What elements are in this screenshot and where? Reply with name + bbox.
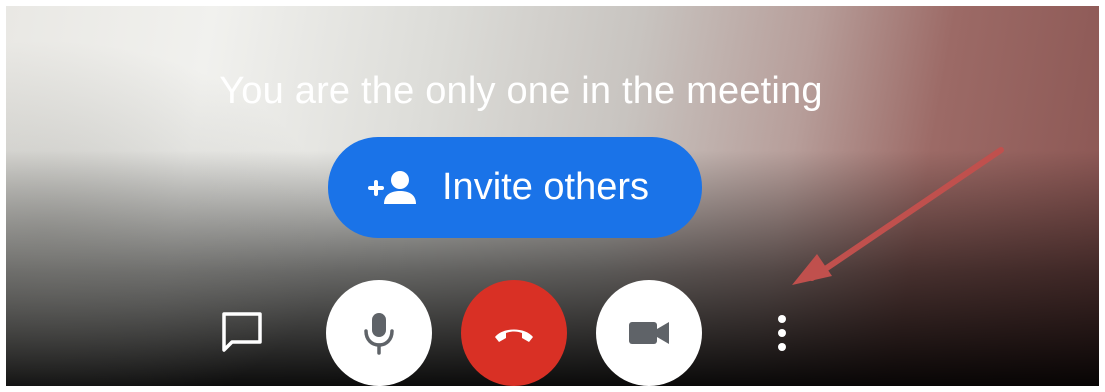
microphone-icon bbox=[364, 313, 394, 355]
more-vertical-icon[interactable] bbox=[772, 313, 792, 353]
phone-hangup-icon bbox=[495, 329, 533, 342]
invite-others-label: Invite others bbox=[442, 166, 649, 208]
meeting-status-message: You are the only one in the meeting bbox=[219, 70, 823, 112]
chat-bubble-icon[interactable] bbox=[220, 310, 264, 354]
microphone-button[interactable] bbox=[326, 280, 432, 386]
video-camera-icon bbox=[629, 322, 669, 344]
invite-others-button[interactable]: Invite others bbox=[328, 137, 702, 238]
camera-button[interactable] bbox=[596, 280, 702, 386]
end-call-button[interactable] bbox=[461, 280, 567, 386]
meeting-video-area: You are the only one in the meeting Invi… bbox=[6, 6, 1099, 386]
person-add-icon bbox=[368, 170, 416, 204]
